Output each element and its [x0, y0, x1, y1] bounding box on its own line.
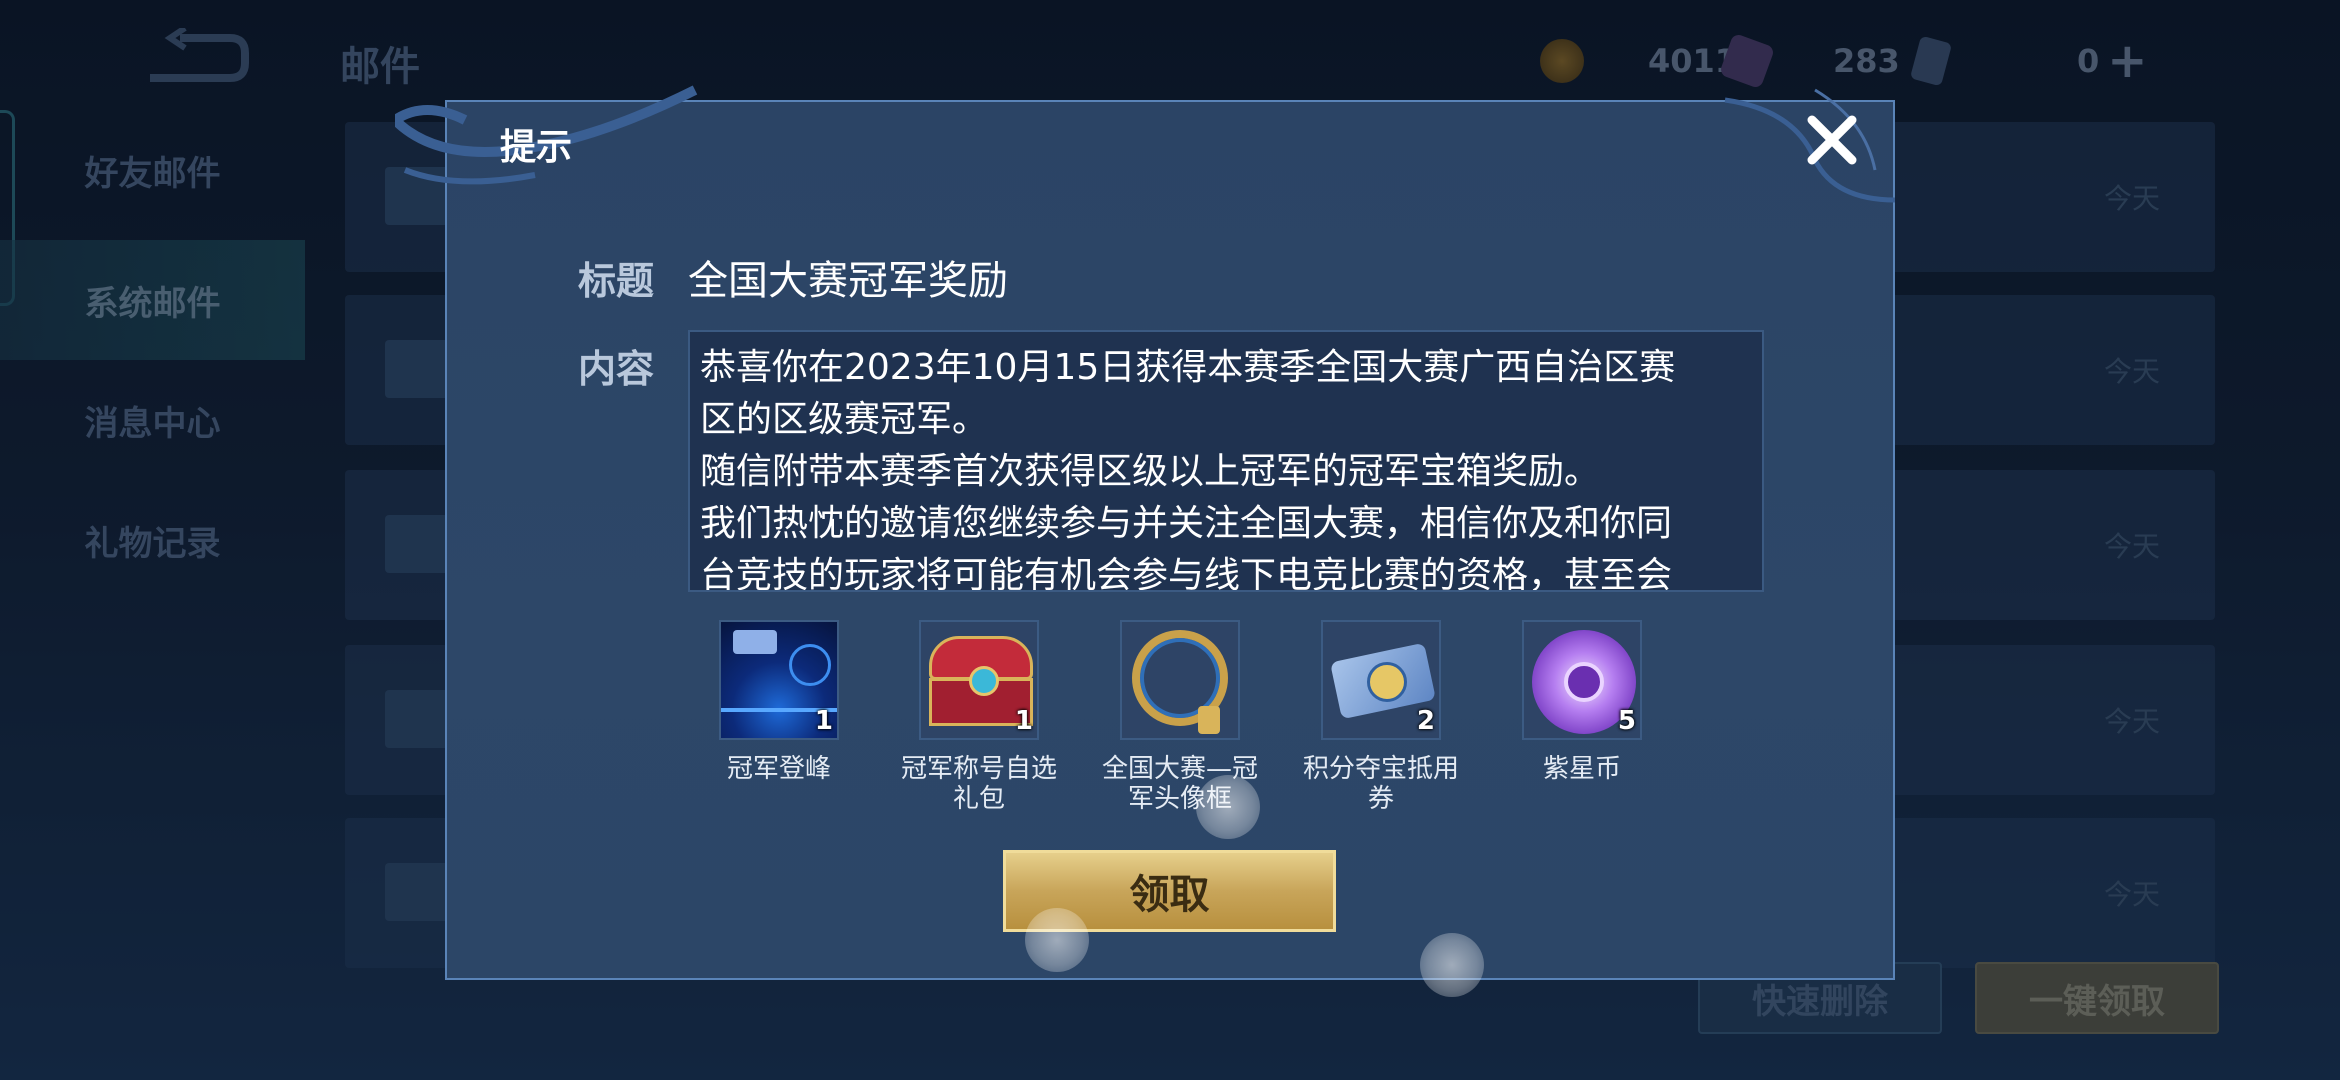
reward-item[interactable]: 1 冠军登峰 — [674, 620, 884, 784]
mail-subject: 全国大赛冠军奖励 — [688, 258, 1008, 304]
reward-name: 冠军称号自选 礼包 — [900, 754, 1057, 814]
dialog-title: 提示 — [500, 127, 573, 168]
reward-item[interactable]: 1 冠军称号自选 礼包 — [874, 620, 1084, 814]
reward-name: 积分夺宝抵用 券 — [1302, 754, 1459, 814]
champion-peak-icon: 1 — [719, 620, 839, 740]
reward-name: 冠军登峰 — [726, 754, 831, 784]
close-icon[interactable] — [1802, 110, 1862, 170]
reward-item[interactable]: 2 积分夺宝抵用 券 — [1276, 620, 1486, 814]
reward-item[interactable]: 全国大赛—冠 军头像框 — [1075, 620, 1285, 814]
subject-label: 标题 — [578, 259, 655, 303]
touch-indicator — [1196, 775, 1260, 839]
avatar-frame-icon — [1120, 620, 1240, 740]
voucher-icon: 2 — [1321, 620, 1441, 740]
reward-count: 1 — [1014, 706, 1033, 736]
touch-indicator — [1420, 933, 1484, 997]
purple-star-coin-icon: 5 — [1522, 620, 1642, 740]
reward-count: 5 — [1617, 706, 1636, 736]
reward-count: 1 — [814, 706, 833, 736]
mail-content: 恭喜你在2023年10月15日获得本赛季全国大赛广西自治区赛 区的区级赛冠军。 … — [700, 347, 1676, 592]
content-label: 内容 — [578, 347, 655, 391]
content-scroll-area[interactable]: 恭喜你在2023年10月15日获得本赛季全国大赛广西自治区赛 区的区级赛冠军。 … — [688, 330, 1764, 592]
reward-item[interactable]: 5 紫星币 — [1477, 620, 1687, 784]
touch-indicator — [1025, 908, 1089, 972]
treasure-chest-icon: 1 — [919, 620, 1039, 740]
reward-name: 紫星币 — [1542, 754, 1621, 784]
reward-count: 2 — [1416, 706, 1435, 736]
